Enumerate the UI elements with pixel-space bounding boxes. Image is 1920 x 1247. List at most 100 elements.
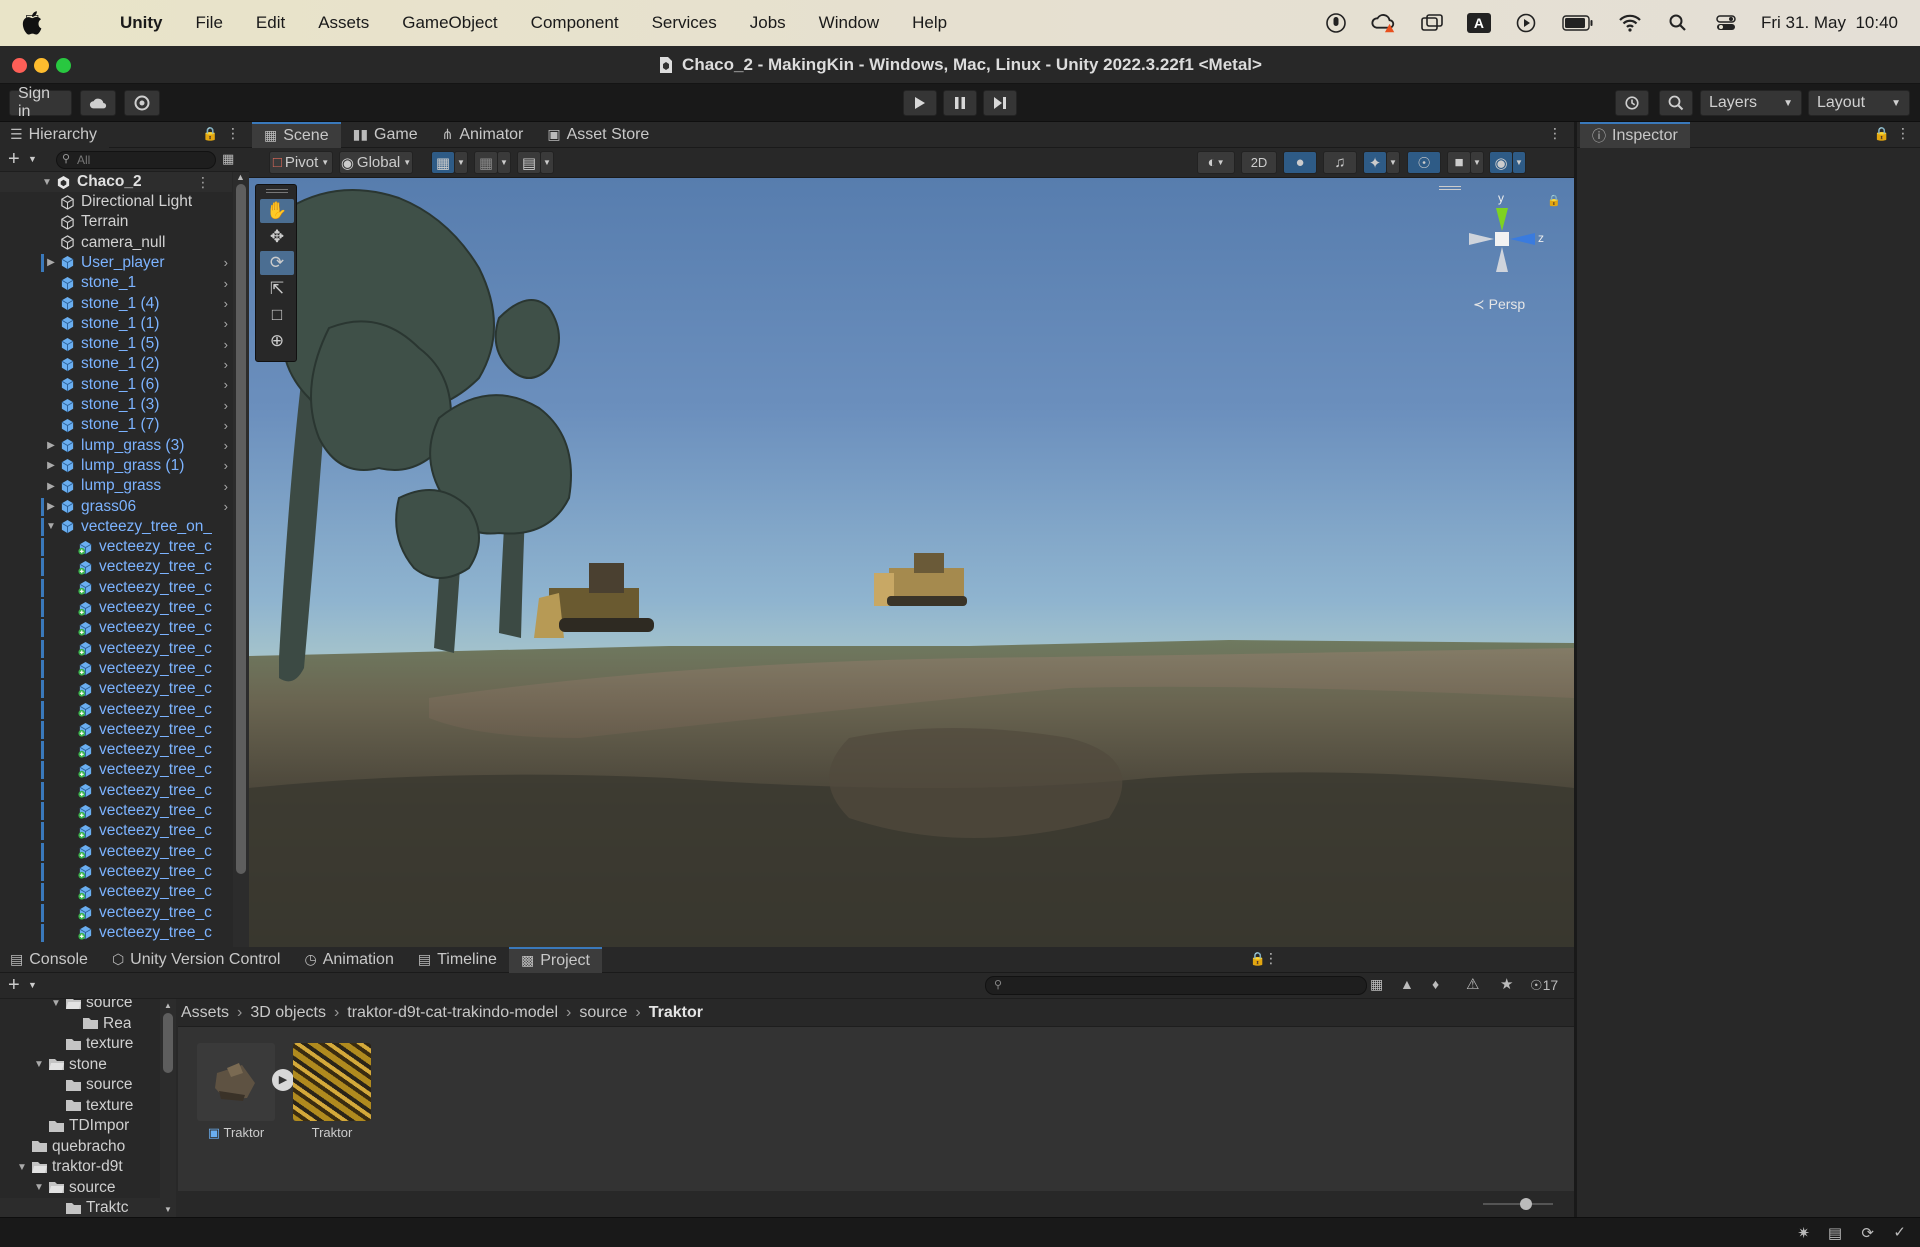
scene-viewport[interactable]: ✋ ✥ ⟳ ⇱ □ ⊕ y z 🔒 ≺ Persp: [249, 178, 1574, 947]
open-prefab-chevron-icon[interactable]: ›: [224, 398, 228, 413]
zoom-slider-thumb[interactable]: [1520, 1198, 1532, 1210]
increment-snap-caret[interactable]: ▼: [540, 151, 554, 174]
hierarchy-item[interactable]: vecteezy_tree_c: [0, 598, 232, 618]
viewport-drag-handle[interactable]: [1439, 186, 1461, 190]
project-tree-scroll-down-icon[interactable]: ▼: [164, 1205, 172, 1214]
foldout-expanded-icon[interactable]: ▼: [34, 1059, 44, 1070]
project-tree-item[interactable]: ▼ source: [0, 999, 160, 1013]
hierarchy-item[interactable]: vecteezy_tree_c: [0, 781, 232, 801]
hierarchy-item[interactable]: ▶ grass06 ›: [0, 497, 232, 517]
effects-options-caret[interactable]: ▼: [1386, 151, 1400, 174]
scene-visibility-button[interactable]: ☉: [1407, 151, 1441, 174]
hierarchy-item[interactable]: Directional Light: [0, 192, 232, 212]
auto-refresh-icon[interactable]: ⟳: [1861, 1224, 1874, 1242]
gizmos-options-caret[interactable]: ▼: [1512, 151, 1526, 174]
foldout-collapsed-icon[interactable]: ▶: [46, 481, 56, 492]
tab-project[interactable]: ▩ Project: [508, 946, 602, 973]
open-prefab-chevron-icon[interactable]: ›: [224, 377, 228, 392]
hierarchy-item[interactable]: vecteezy_tree_c: [0, 639, 232, 659]
open-prefab-chevron-icon[interactable]: ›: [224, 499, 228, 514]
breadcrumb-3d-objects[interactable]: 3D objects: [250, 1004, 326, 1022]
hierarchy-item[interactable]: vecteezy_tree_c: [0, 659, 232, 679]
project-tree-item[interactable]: ▼ source: [0, 1178, 160, 1198]
hierarchy-item[interactable]: vecteezy_tree_c: [0, 882, 232, 902]
foldout-collapsed-icon[interactable]: ▶: [46, 257, 56, 268]
search-by-type-icon[interactable]: ▦: [1370, 976, 1383, 993]
hierarchy-item[interactable]: ▼ vecteezy_tree_on_: [0, 517, 232, 537]
hierarchy-item[interactable]: stone_1 (5) ›: [0, 334, 232, 354]
hierarchy-search-input[interactable]: All: [56, 151, 216, 169]
create-plus-icon[interactable]: +: [8, 148, 20, 170]
menu-help[interactable]: Help: [912, 13, 947, 33]
hierarchy-item[interactable]: vecteezy_tree_c: [0, 700, 232, 720]
lock-icon[interactable]: 🔒: [202, 126, 218, 142]
tab-hierarchy[interactable]: ☰ Hierarchy: [0, 121, 110, 148]
undo-history-button[interactable]: [1615, 90, 1649, 116]
orientation-gizmo[interactable]: y z 🔒 ≺ Persp: [1459, 188, 1569, 318]
camera-settings-caret[interactable]: ▼: [1470, 151, 1484, 174]
hierarchy-item[interactable]: vecteezy_tree_c: [0, 679, 232, 699]
hierarchy-item[interactable]: vecteezy_tree_c: [0, 578, 232, 598]
hierarchy-scroll-thumb[interactable]: [236, 184, 246, 874]
microphone-icon[interactable]: [1323, 13, 1349, 33]
hierarchy-item[interactable]: vecteezy_tree_c: [0, 903, 232, 923]
window-close-button[interactable]: [12, 58, 27, 73]
palette-drag-handle[interactable]: [266, 189, 288, 193]
breadcrumb-source[interactable]: source: [579, 1004, 627, 1022]
hierarchy-scene-row[interactable]: ▼ Chaco_2 ⋮: [0, 172, 232, 192]
hierarchy-item[interactable]: vecteezy_tree_c: [0, 923, 232, 943]
menu-assets[interactable]: Assets: [318, 13, 369, 33]
hierarchy-item[interactable]: vecteezy_tree_c: [0, 842, 232, 862]
foldout-expanded-icon[interactable]: ▼: [42, 177, 52, 188]
search-filter-icon[interactable]: ▦: [222, 151, 234, 167]
menu-component[interactable]: Component: [531, 13, 619, 33]
creative-cloud-icon[interactable]: [1371, 13, 1397, 33]
project-tree-item[interactable]: ▼ traktor-d9t: [0, 1157, 160, 1177]
2d-toggle-button[interactable]: 2D: [1241, 151, 1277, 174]
hierarchy-scrollbar[interactable]: ▲: [233, 172, 249, 947]
project-tree-item[interactable]: ▼ stone: [0, 1055, 160, 1075]
filter-by-log-icon[interactable]: ⚠: [1466, 975, 1479, 993]
pause-button[interactable]: [943, 90, 977, 116]
control-center-icon[interactable]: [1713, 13, 1739, 33]
hand-tool-button[interactable]: ✋: [260, 199, 294, 223]
status-check-icon[interactable]: ✓: [1893, 1223, 1906, 1241]
hierarchy-item[interactable]: stone_1 (6) ›: [0, 375, 232, 395]
menu-window[interactable]: Window: [819, 13, 879, 33]
scroll-up-icon[interactable]: ▲: [236, 172, 245, 182]
open-prefab-chevron-icon[interactable]: ›: [224, 357, 228, 372]
services-button[interactable]: [124, 90, 160, 116]
kebab-menu-icon[interactable]: ⋮: [226, 125, 240, 142]
transform-tool-button[interactable]: ⊕: [260, 329, 294, 353]
hierarchy-item[interactable]: stone_1 (2) ›: [0, 354, 232, 374]
snap-options-caret[interactable]: ▼: [497, 151, 511, 174]
bottom-kebab-icon[interactable]: ⋮: [1264, 950, 1278, 967]
hierarchy-item[interactable]: vecteezy_tree_c: [0, 720, 232, 740]
tab-timeline[interactable]: ▤ Timeline: [406, 947, 509, 973]
menu-services[interactable]: Services: [652, 13, 717, 33]
hierarchy-item[interactable]: ▶ User_player ›: [0, 253, 232, 273]
pivot-dropdown[interactable]: □ Pivot ▼: [269, 151, 333, 174]
open-prefab-chevron-icon[interactable]: ›: [224, 276, 228, 291]
cache-server-icon[interactable]: ▤: [1828, 1224, 1842, 1242]
menu-bar-clock[interactable]: Fri 31. May 10:40: [1761, 13, 1898, 33]
window-zoom-button[interactable]: [56, 58, 71, 73]
asset-traktor-model[interactable]: ▶ ▣ Traktor: [196, 1043, 294, 1141]
draw-mode-dropdown[interactable]: ◐ ▼: [1197, 151, 1235, 174]
project-tree-scroll-thumb[interactable]: [163, 1013, 173, 1073]
cloud-button[interactable]: [80, 90, 116, 116]
move-tool-button[interactable]: ✥: [260, 225, 294, 249]
hierarchy-item[interactable]: vecteezy_tree_c: [0, 862, 232, 882]
hierarchy-item[interactable]: stone_1 (1) ›: [0, 314, 232, 334]
open-prefab-chevron-icon[interactable]: ›: [224, 255, 228, 270]
inspector-lock-icon[interactable]: 🔒: [1874, 126, 1890, 142]
hierarchy-item[interactable]: ▶ lump_grass ›: [0, 476, 232, 496]
layers-dropdown[interactable]: Layers ▼: [1700, 90, 1802, 116]
project-create-plus-icon[interactable]: +: [8, 973, 20, 997]
project-tree-item[interactable]: texture: [0, 1096, 160, 1116]
menu-file[interactable]: File: [196, 13, 223, 33]
project-tree-scrollbar[interactable]: ▲ ▼: [160, 999, 176, 1217]
hierarchy-item[interactable]: stone_1 (4) ›: [0, 294, 232, 314]
wifi-icon[interactable]: [1617, 13, 1643, 33]
gizmos-toggle-button[interactable]: ◉: [1489, 151, 1513, 174]
